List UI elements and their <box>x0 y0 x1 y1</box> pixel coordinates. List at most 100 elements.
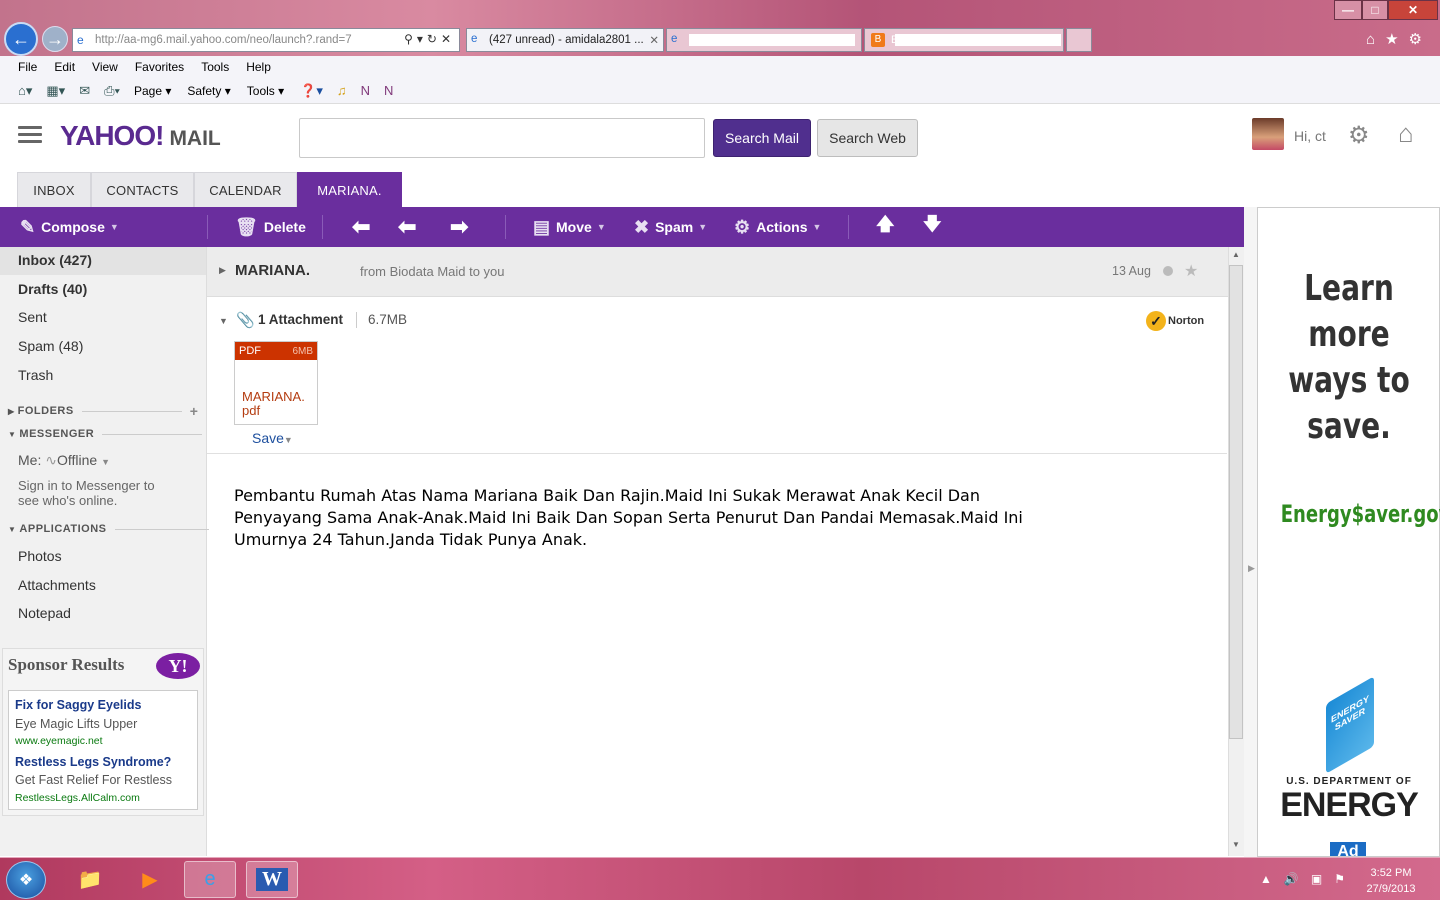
tab-calendar[interactable]: CALENDAR <box>194 172 297 208</box>
chevron-right-icon[interactable]: ▶ <box>219 265 226 276</box>
volume-icon[interactable]: 🔊 <box>1284 872 1311 886</box>
start-button[interactable]: ❖ <box>6 861 46 899</box>
sidebar-item-notepad[interactable]: Notepad <box>18 605 71 621</box>
messenger-header[interactable]: ▼ MESSENGER <box>8 428 203 440</box>
actions-button[interactable]: ⚙ Actions ▼ <box>734 207 821 247</box>
reply-all-icon[interactable]: ⬅︎ <box>398 207 416 247</box>
flag-icon[interactable]: ⚑ <box>1334 872 1357 886</box>
tab-inbox[interactable]: INBOX <box>17 172 91 208</box>
print-icon[interactable]: ⎙▾ <box>104 83 120 99</box>
spam-button[interactable]: ✖ Spam ▼ <box>634 207 707 247</box>
address-bar[interactable]: e http://aa-mg6.mail.yahoo.com/neo/launc… <box>72 28 460 52</box>
menu-edit[interactable]: Edit <box>54 60 75 74</box>
yahoo-mail-logo[interactable]: YAHOO! MAIL <box>60 120 221 152</box>
sidebar-item-trash[interactable]: Trash <box>18 367 53 383</box>
search-web-button[interactable]: Search Web <box>817 119 918 157</box>
browser-tab-3[interactable]: B E <box>864 28 1064 52</box>
compose-button[interactable]: ✎ Compose ▼ <box>20 207 119 247</box>
minimize-button[interactable]: — <box>1334 0 1362 20</box>
scrollbar-thumb[interactable] <box>1229 265 1243 739</box>
save-attachment-button[interactable]: Save▼ <box>252 430 293 446</box>
chevron-right-icon[interactable]: ▶ <box>1248 563 1255 574</box>
browser-tab-mail[interactable]: e (427 unread) - amidala2801 ... ✕ <box>466 28 664 52</box>
home-icon[interactable]: ⌂▾ <box>18 83 32 99</box>
media-player-icon[interactable]: ▶ <box>124 861 176 898</box>
gear-icon[interactable]: ⚙ <box>1409 31 1432 48</box>
search-mail-button[interactable]: Search Mail <box>713 119 811 157</box>
menu-view[interactable]: View <box>92 60 118 74</box>
messenger-status[interactable]: Me: ∿Offline ▼ <box>18 452 110 469</box>
back-button[interactable]: ← <box>4 22 38 56</box>
chevron-up-icon[interactable]: ▲ <box>1260 872 1284 886</box>
browser-tab-2[interactable]: e <box>666 28 862 52</box>
ad-url-2[interactable]: RestlessLegs.AllCalm.com <box>15 792 140 804</box>
scroll-up-icon[interactable]: ▲ <box>1232 250 1240 259</box>
maximize-button[interactable]: □ <box>1362 0 1388 20</box>
menu-help[interactable]: Help <box>246 60 271 74</box>
home-icon[interactable]: ⌂ <box>1366 31 1385 48</box>
onenote-icon[interactable]: N <box>361 83 370 98</box>
delete-button[interactable]: 🗑 Delete <box>235 207 306 247</box>
folders-header[interactable]: ▶ FOLDERS + <box>8 403 198 419</box>
settings-gear-icon[interactable]: ⚙ <box>1348 121 1370 150</box>
read-status-icon[interactable] <box>1163 266 1173 276</box>
page-menu[interactable]: Page ▾ <box>134 84 171 98</box>
ad-url-1[interactable]: www.eyemagic.net <box>15 735 103 747</box>
next-message-icon[interactable]: 🡇 <box>923 207 942 247</box>
sidebar-item-sent[interactable]: Sent <box>18 309 47 325</box>
network-icon[interactable]: ▣ <box>1311 872 1334 886</box>
menu-file[interactable]: File <box>18 60 37 74</box>
applications-header[interactable]: ▼ APPLICATIONS <box>8 523 209 535</box>
address-controls-icon[interactable]: ⚲▾↻✕ <box>404 32 455 46</box>
menu-favorites[interactable]: Favorites <box>135 60 184 74</box>
research-icon[interactable]: ♫ <box>337 83 347 98</box>
clock[interactable]: 3:52 PM 27/9/2013 <box>1356 865 1426 897</box>
sidebar-item-photos[interactable]: Photos <box>18 548 62 564</box>
help-icon[interactable]: ❓▾ <box>300 83 323 99</box>
forward-icon[interactable]: ➡ <box>450 207 468 247</box>
ad-site[interactable]: Energy$aver.gov <box>1281 500 1440 528</box>
close-tab-icon[interactable]: ✕ <box>649 33 659 47</box>
browser-toolbar-icons[interactable]: ⌂★⚙ <box>1366 30 1432 48</box>
home-icon[interactable]: ⌂ <box>1398 118 1414 149</box>
spam-label: Spam <box>655 219 694 235</box>
ad-title-2[interactable]: Restless Legs Syndrome? <box>15 755 171 769</box>
folder-icon[interactable]: 📁 <box>64 861 116 898</box>
safety-menu[interactable]: Safety ▾ <box>187 84 230 98</box>
reply-icon[interactable]: ⬅ <box>352 207 370 247</box>
star-icon[interactable]: ★ <box>1184 261 1198 281</box>
tab-message-mariana[interactable]: MARIANA. <box>297 172 402 208</box>
avatar[interactable] <box>1252 118 1284 150</box>
forward-button[interactable]: → <box>42 26 68 52</box>
add-folder-icon[interactable]: + <box>190 403 199 419</box>
system-tray[interactable]: ▲🔊▣⚑ <box>1260 872 1357 886</box>
ad-headline[interactable]: Learn more ways to save. <box>1278 266 1420 450</box>
mail-icon[interactable]: ✉ <box>79 83 90 99</box>
menu-tools[interactable]: Tools <box>201 60 229 74</box>
chevron-down-icon[interactable]: ▼ <box>219 316 228 326</box>
scroll-down-icon[interactable]: ▼ <box>1232 840 1240 849</box>
ie-taskbar-icon[interactable]: e <box>184 861 236 898</box>
new-tab-button[interactable] <box>1066 28 1092 52</box>
onenote-linked-icon[interactable]: N <box>384 83 393 98</box>
feeds-icon[interactable]: ▦▾ <box>46 83 65 99</box>
move-button[interactable]: ▤ Move ▼ <box>533 207 606 247</box>
ad-desc-1[interactable]: Eye Magic Lifts Upper <box>15 717 137 731</box>
tab-contacts[interactable]: CONTACTS <box>91 172 194 208</box>
messenger-note[interactable]: Sign in to Messenger to see who's online. <box>18 478 155 508</box>
menu-icon[interactable] <box>18 126 42 144</box>
tools-menu[interactable]: Tools ▾ <box>247 84 284 98</box>
user-greeting[interactable]: Hi, ct <box>1294 128 1326 144</box>
sidebar-item-spam[interactable]: Spam (48) <box>18 338 83 354</box>
ad-label[interactable]: Ad <box>1330 842 1366 856</box>
search-input[interactable] <box>299 118 705 158</box>
favorites-star-icon[interactable]: ★ <box>1385 31 1408 48</box>
ad-title-1[interactable]: Fix for Saggy Eyelids <box>15 698 141 712</box>
sidebar-item-drafts[interactable]: Drafts (40) <box>18 281 87 297</box>
close-window-button[interactable]: ✕ <box>1388 0 1438 20</box>
word-taskbar-icon[interactable]: W <box>246 861 298 898</box>
previous-message-icon[interactable]: 🡅 <box>876 207 895 247</box>
sidebar-item-attachments[interactable]: Attachments <box>18 577 96 593</box>
ad-desc-2[interactable]: Get Fast Relief For Restless <box>15 773 172 787</box>
sidebar-item-inbox[interactable]: Inbox (427) <box>18 252 92 268</box>
